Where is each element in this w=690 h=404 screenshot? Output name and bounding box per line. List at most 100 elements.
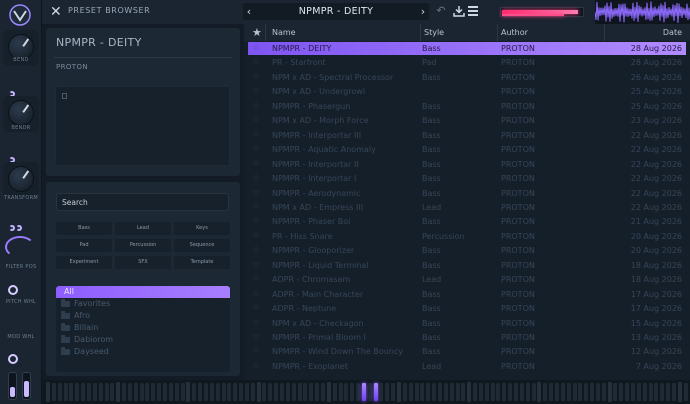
table-row[interactable]: ☆ ADPR - Main Character Bass PROTON 17 Aug 2… xyxy=(248,288,686,301)
tag-experiment[interactable]: Experiment xyxy=(56,256,112,269)
piano-key[interactable] xyxy=(309,383,314,401)
bank-item-all[interactable]: All xyxy=(56,286,230,298)
table-row[interactable]: ☆ NPM x AD - Checkagon Bass PROTON 15 Aug 20… xyxy=(248,317,686,330)
undo-icon[interactable]: ↶ xyxy=(434,4,448,18)
star-icon[interactable]: ★ xyxy=(252,25,262,40)
wheel-sliders[interactable] xyxy=(8,370,36,400)
table-row[interactable]: ☆ NPMPR - Interportar II Bass PROTON 22 Aug … xyxy=(248,158,686,171)
piano-key[interactable] xyxy=(467,382,472,402)
piano-key[interactable] xyxy=(350,383,355,401)
favorite-star-icon[interactable]: ☆ xyxy=(252,71,260,84)
piano-key[interactable] xyxy=(613,383,618,401)
table-row[interactable]: ☆ NPMPR - Interportar I Bass PROTON 22 Aug 2… xyxy=(248,172,686,185)
piano-key[interactable] xyxy=(291,383,296,401)
piano-key[interactable] xyxy=(502,383,507,401)
table-row[interactable]: ☆ ADPR - Neptune Bass PROTON 17 Aug 2026 xyxy=(248,302,686,315)
piano-key[interactable] xyxy=(221,383,226,401)
current-preset-name[interactable]: NPMPR - DEITY xyxy=(257,3,415,20)
tag-lead[interactable]: Lead xyxy=(115,222,171,235)
table-row[interactable]: ☆ NPMPR - Aerodynamic Bass PROTON 22 Aug 202… xyxy=(248,187,686,200)
bank-item-favorites[interactable]: Favorites xyxy=(56,298,230,310)
piano-key[interactable] xyxy=(344,383,349,401)
piano-key[interactable] xyxy=(262,383,267,401)
piano-key[interactable] xyxy=(46,382,50,402)
piano-key[interactable] xyxy=(473,383,478,401)
piano-key[interactable] xyxy=(531,383,536,401)
preset-selector[interactable]: ‹ NPMPR - DEITY › xyxy=(243,3,429,20)
table-row[interactable]: ☆ NPM x AD - Undergrowl PROTON 25 Aug 2026 xyxy=(248,85,686,98)
piano-key[interactable] xyxy=(619,383,624,401)
piano-key[interactable] xyxy=(297,383,302,401)
piano-key[interactable] xyxy=(402,383,407,401)
piano-key[interactable] xyxy=(455,383,460,401)
table-row[interactable]: ☆ NPMPR - Phaser Boi Bass PROTON 21 Aug 2026 xyxy=(248,215,686,228)
piano-key[interactable] xyxy=(549,383,554,401)
mod-wheel-icon[interactable] xyxy=(8,354,18,364)
piano-key[interactable] xyxy=(75,383,80,401)
favorite-star-icon[interactable]: ☆ xyxy=(252,114,260,127)
tag-percussion[interactable]: Percussion xyxy=(115,239,171,252)
column-header-author[interactable]: Author xyxy=(501,24,528,41)
favorite-star-icon[interactable]: ☆ xyxy=(252,187,260,200)
bank-item-dayseed[interactable]: Dayseed xyxy=(56,346,230,358)
piano-key[interactable] xyxy=(116,382,121,402)
piano-key[interactable] xyxy=(215,383,220,401)
piano-key[interactable] xyxy=(677,382,682,402)
knob-dial-icon[interactable] xyxy=(8,100,34,126)
piano-key[interactable] xyxy=(268,383,273,401)
piano-key[interactable] xyxy=(391,383,396,401)
piano-key[interactable] xyxy=(145,383,150,401)
piano-key[interactable] xyxy=(180,383,185,401)
table-row[interactable]: ☆ NPMPR - Phasergun Bass PROTON 25 Aug 2026 xyxy=(248,100,686,113)
piano-key[interactable] xyxy=(683,383,688,401)
piano-key[interactable] xyxy=(127,383,132,401)
favorite-star-icon[interactable]: ☆ xyxy=(252,143,260,156)
piano-key[interactable] xyxy=(110,383,115,401)
favorite-star-icon[interactable]: ☆ xyxy=(252,331,260,344)
macro-knob-3[interactable] xyxy=(3,162,39,198)
piano-key[interactable] xyxy=(192,383,197,401)
chevron-left-icon[interactable]: ‹ xyxy=(243,3,255,20)
favorite-star-icon[interactable]: ☆ xyxy=(252,201,260,214)
piano-key[interactable] xyxy=(379,383,384,401)
piano-key[interactable] xyxy=(514,383,518,401)
piano-key[interactable] xyxy=(151,383,156,401)
column-header-date[interactable]: Date xyxy=(663,24,682,41)
piano-key[interactable] xyxy=(478,383,483,401)
piano-key[interactable] xyxy=(426,383,431,401)
piano-key[interactable] xyxy=(133,383,138,401)
piano-key[interactable] xyxy=(631,383,635,401)
piano-key[interactable] xyxy=(57,383,62,401)
piano-key[interactable] xyxy=(408,383,413,401)
piano-key[interactable] xyxy=(51,383,56,401)
piano-key[interactable] xyxy=(508,383,513,401)
piano-key[interactable] xyxy=(274,383,279,401)
piano-key[interactable] xyxy=(420,383,425,401)
piano-key[interactable] xyxy=(203,383,208,401)
table-row[interactable]: ☆ NPM x AD - Empress III Lead PROTON 22 Aug … xyxy=(248,201,686,214)
piano-key[interactable] xyxy=(256,382,261,402)
filter-pos-dial-icon[interactable] xyxy=(5,236,35,258)
favorite-star-icon[interactable]: ☆ xyxy=(252,302,260,315)
piano-key[interactable] xyxy=(326,382,331,402)
hamburger-menu-icon[interactable] xyxy=(468,6,478,16)
table-row[interactable]: ☆ NPMPR - Glooporizer Bass PROTON 20 Aug 202… xyxy=(248,244,686,257)
piano-key[interactable] xyxy=(385,383,390,401)
piano-key[interactable] xyxy=(227,383,232,401)
knob-dial-icon[interactable] xyxy=(8,166,34,192)
column-header-name[interactable]: Name xyxy=(272,24,296,41)
piano-key[interactable] xyxy=(584,383,589,401)
tag-pad[interactable]: Pad xyxy=(56,239,112,252)
piano-key[interactable] xyxy=(81,383,86,401)
piano-key[interactable] xyxy=(98,383,103,401)
mod-slider[interactable] xyxy=(22,372,31,400)
table-row[interactable]: ☆ NPMPR - Wind Down The Bouncy Bass PROTON 1… xyxy=(248,345,686,358)
piano-key[interactable] xyxy=(104,383,109,401)
piano-key[interactable] xyxy=(361,383,366,401)
piano-key[interactable] xyxy=(63,383,68,401)
piano-key[interactable] xyxy=(437,383,442,401)
piano-key[interactable] xyxy=(367,383,372,401)
piano-key[interactable] xyxy=(554,383,559,401)
chevron-right-icon[interactable]: › xyxy=(417,3,429,20)
table-row[interactable]: ☆ NPM x AD - Morph Force Bass PROTON 23 Aug … xyxy=(248,114,686,127)
